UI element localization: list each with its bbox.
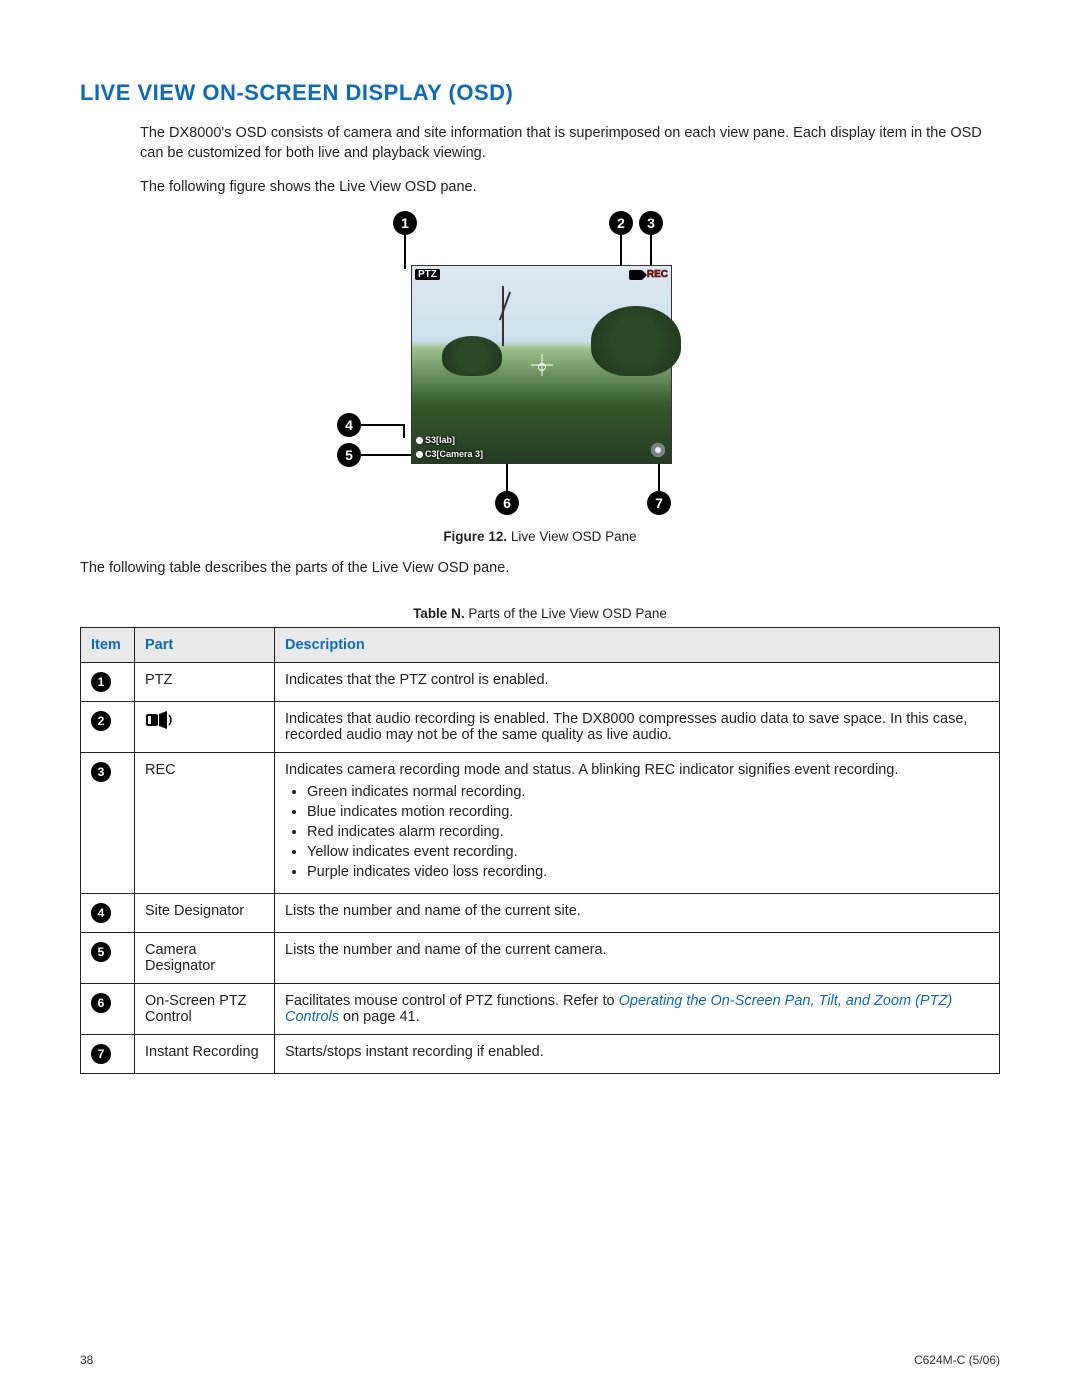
osd-instant-record-icon	[651, 443, 665, 457]
intro-paragraph-1: The DX8000's OSD consists of camera and …	[140, 124, 1000, 163]
figure-caption: Figure 12. Live View OSD Pane	[443, 529, 636, 544]
osd-video-pane: PTZ REC S3[lab] C3[Camera 3]	[412, 266, 671, 463]
callout-1: 1	[393, 211, 417, 235]
table-row: 1 PTZ Indicates that the PTZ control is …	[81, 663, 1000, 702]
callout-6: 6	[495, 491, 519, 515]
osd-camera-designator: C3[Camera 3]	[416, 449, 483, 459]
intro-paragraph-2: The following figure shows the Live View…	[140, 178, 1000, 198]
page-heading: LIVE VIEW ON-SCREEN DISPLAY (OSD)	[80, 80, 1000, 106]
col-item: Item	[81, 628, 135, 663]
callout-5: 5	[337, 443, 361, 467]
table-row: 4 Site Designator Lists the number and n…	[81, 894, 1000, 933]
audio-icon	[145, 711, 175, 729]
osd-parts-table: Item Part Description 1 PTZ Indicates th…	[80, 627, 1000, 1074]
table-row: 2 Indicates that audio recording is enab…	[81, 702, 1000, 753]
osd-audio-icon	[629, 270, 643, 280]
osd-rec-indicator: REC	[647, 269, 668, 280]
osd-site-designator: S3[lab]	[416, 435, 455, 445]
callout-3: 3	[639, 211, 663, 235]
figure-live-view-osd: 1 2 3 4 5 6 7 PTZ	[375, 211, 705, 521]
footer-page-number: 38	[80, 1353, 93, 1367]
table-caption: Table N. Parts of the Live View OSD Pane	[80, 606, 1000, 621]
callout-2: 2	[609, 211, 633, 235]
col-description: Description	[275, 628, 1000, 663]
intro-paragraph-3: The following table describes the parts …	[80, 559, 1000, 579]
table-row: 6 On-Screen PTZ Control Facilitates mous…	[81, 984, 1000, 1035]
table-row: 3 REC Indicates camera recording mode an…	[81, 753, 1000, 894]
callout-4: 4	[337, 413, 361, 437]
table-row: 5 Camera Designator Lists the number and…	[81, 933, 1000, 984]
col-part: Part	[135, 628, 275, 663]
footer-doc-id: C624M-C (5/06)	[914, 1353, 1000, 1367]
callout-7: 7	[647, 491, 671, 515]
osd-ptz-indicator: PTZ	[415, 269, 440, 280]
osd-ptz-crosshair	[531, 354, 553, 376]
table-row: 7 Instant Recording Starts/stops instant…	[81, 1035, 1000, 1074]
